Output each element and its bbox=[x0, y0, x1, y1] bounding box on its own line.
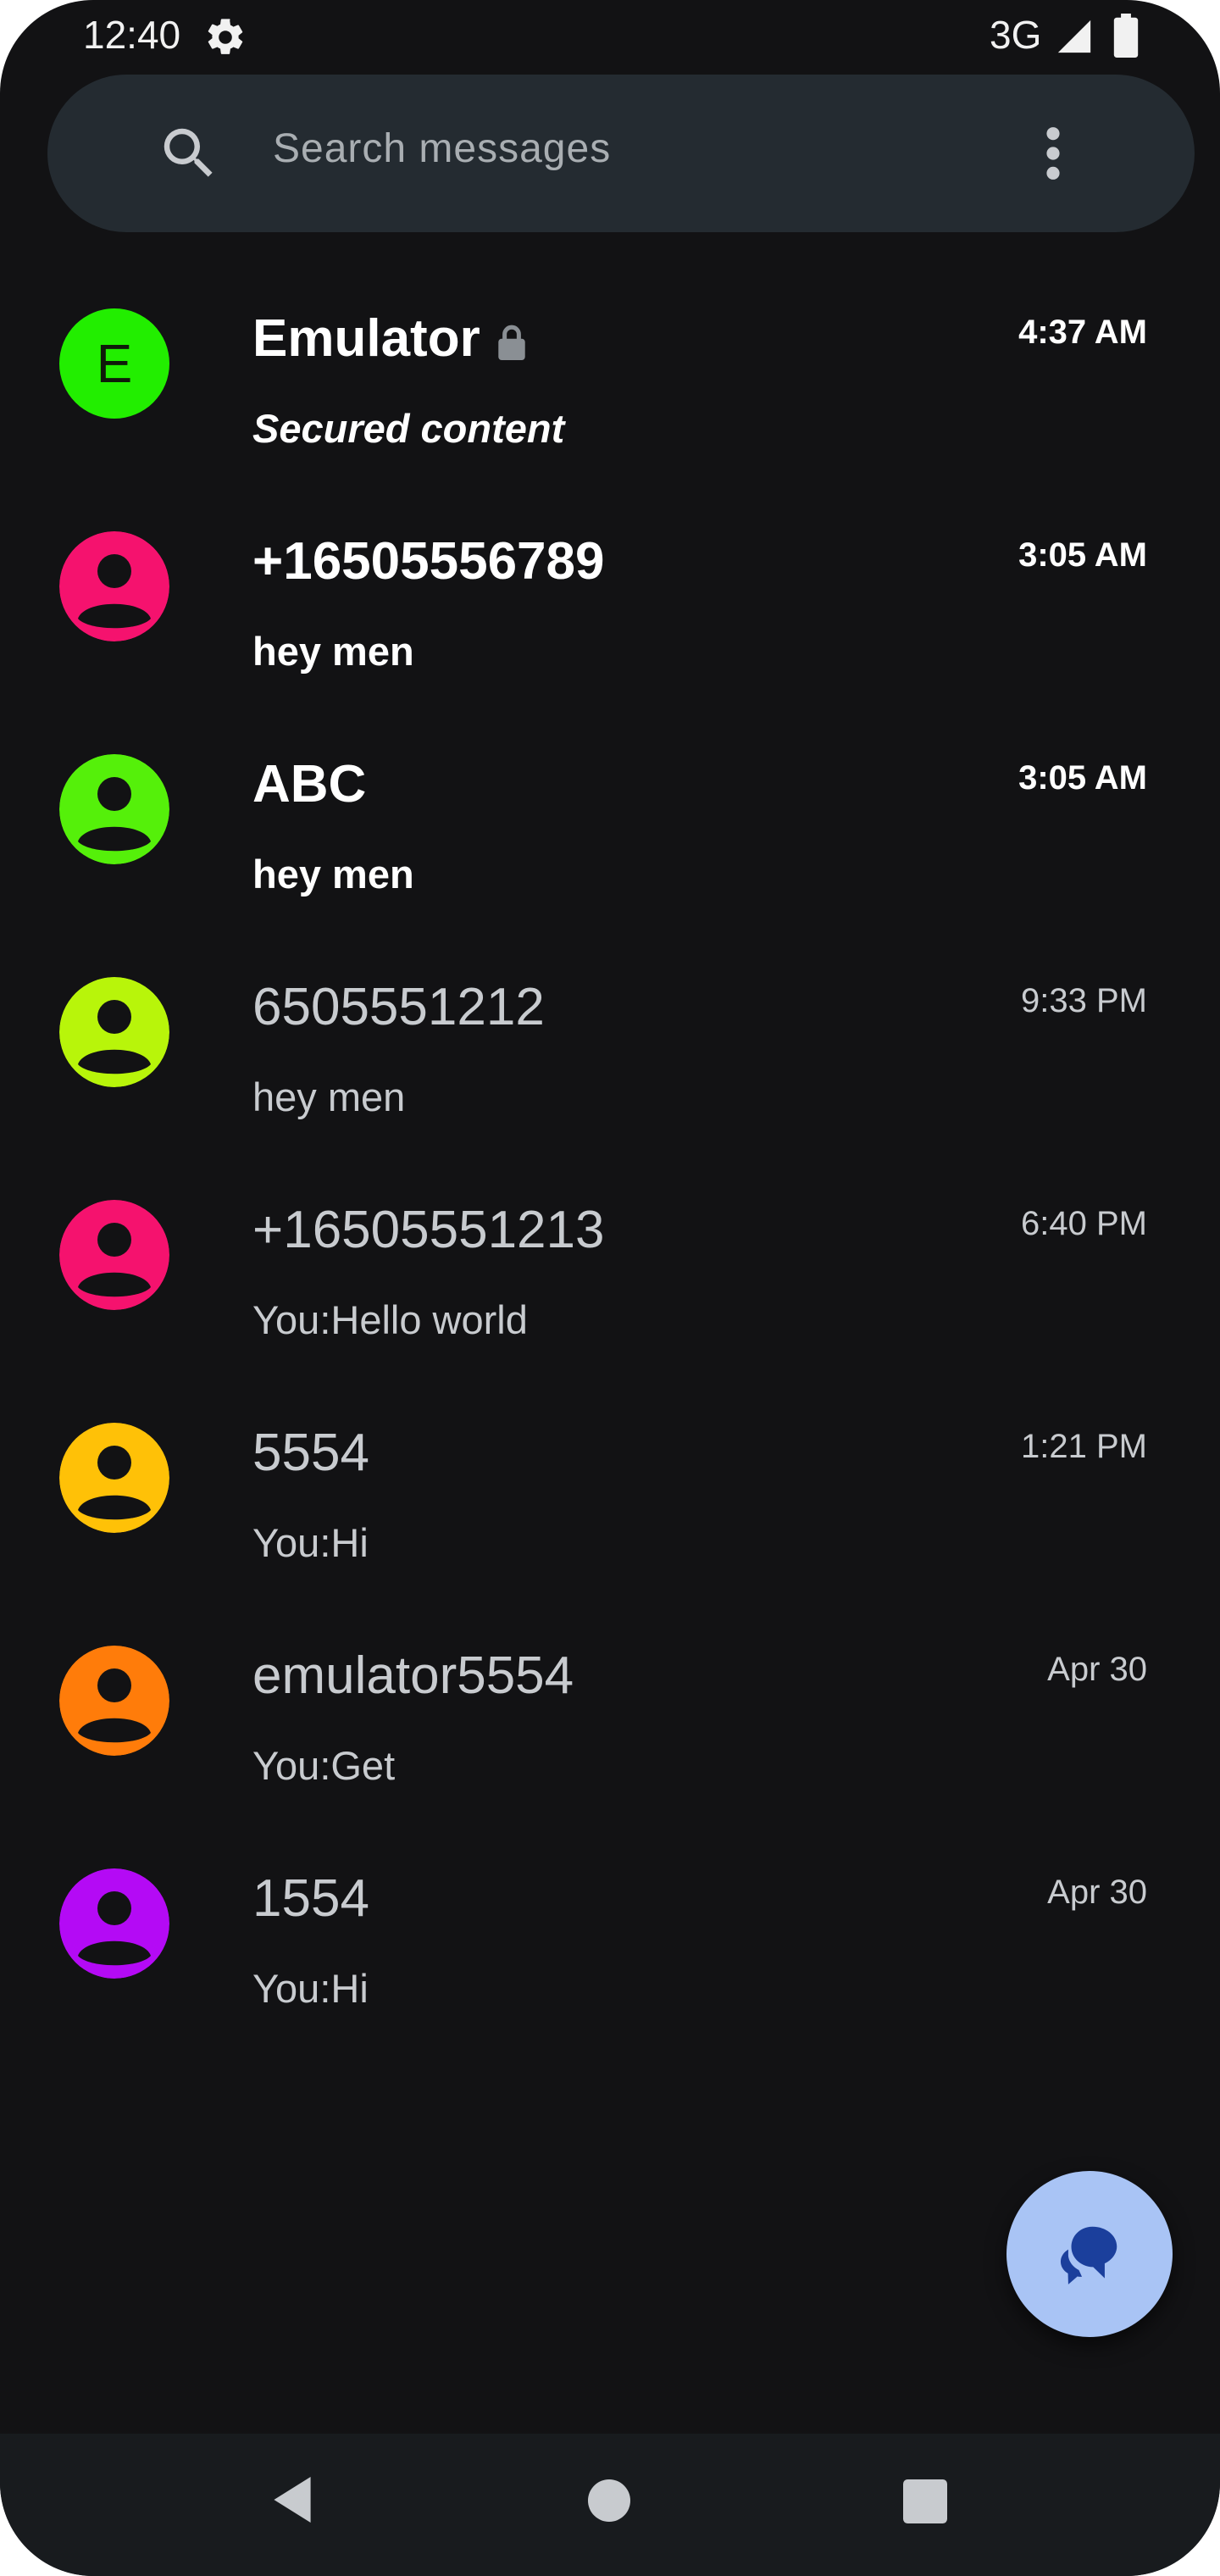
contact-name: 5554 bbox=[252, 1423, 369, 1483]
search-bar[interactable]: Search messages bbox=[47, 75, 1195, 232]
contact-name-text: +16505556789 bbox=[252, 532, 605, 591]
contact-name: emulator5554 bbox=[252, 1646, 574, 1706]
person-icon bbox=[59, 531, 169, 641]
status-bar: 12:40 3G bbox=[0, 0, 1220, 75]
person-icon bbox=[59, 1646, 169, 1756]
avatar bbox=[59, 1646, 169, 1756]
home-icon[interactable] bbox=[588, 2479, 630, 2522]
message-time: 4:37 AM bbox=[1018, 314, 1147, 351]
contact-name-text: 5554 bbox=[252, 1424, 369, 1482]
person-icon bbox=[59, 754, 169, 864]
signal-icon bbox=[1057, 19, 1091, 53]
start-chat-icon bbox=[1060, 2226, 1117, 2285]
contact-name-text: 6505551212 bbox=[252, 978, 545, 1036]
contact-name-text: ABC bbox=[252, 755, 367, 813]
conversation-row[interactable]: 1554 You:Hi Apr 30 bbox=[0, 1848, 1220, 2071]
contact-name: +16505551213 bbox=[252, 1200, 605, 1260]
contact-name-text: +16505551213 bbox=[252, 1201, 605, 1259]
contact-name-text: 1554 bbox=[252, 1869, 369, 1928]
contact-name: ABC bbox=[252, 754, 366, 814]
message-time: 3:05 AM bbox=[1018, 759, 1147, 797]
person-icon bbox=[59, 1200, 169, 1310]
network-type: 3G bbox=[990, 13, 1042, 57]
message-time: 9:33 PM bbox=[1021, 982, 1147, 1019]
avatar bbox=[59, 1200, 169, 1310]
message-preview: hey men bbox=[252, 629, 414, 674]
avatar bbox=[59, 977, 169, 1087]
person-icon bbox=[59, 977, 169, 1087]
messages-screen: 12:40 3G Search messages E Emulator Secure… bbox=[0, 0, 1220, 2576]
navigation-bar bbox=[0, 2434, 1220, 2576]
start-chat-button[interactable] bbox=[1006, 2171, 1173, 2337]
message-preview: You:Hi bbox=[252, 1966, 369, 2011]
back-icon[interactable] bbox=[269, 2474, 315, 2525]
message-preview: hey men bbox=[252, 852, 414, 897]
message-time: 1:21 PM bbox=[1021, 1428, 1147, 1465]
contact-name-text: Emulator bbox=[252, 309, 480, 368]
message-preview: You:Hi bbox=[252, 1520, 369, 1565]
conversation-row[interactable]: 5554 You:Hi 1:21 PM bbox=[0, 1402, 1220, 1625]
avatar bbox=[59, 1423, 169, 1533]
more-vert-icon[interactable] bbox=[1040, 124, 1066, 183]
battery-icon bbox=[1113, 14, 1139, 58]
lock-icon bbox=[498, 325, 525, 360]
avatar: E bbox=[59, 308, 169, 419]
message-preview: You:Get bbox=[252, 1743, 396, 1788]
avatar-letter: E bbox=[96, 333, 133, 394]
person-icon bbox=[59, 1423, 169, 1533]
conversation-row[interactable]: +16505556789 hey men 3:05 AM bbox=[0, 511, 1220, 734]
contact-name: 6505551212 bbox=[252, 977, 545, 1037]
conversation-row[interactable]: 6505551212 hey men 9:33 PM bbox=[0, 957, 1220, 1180]
person-icon bbox=[59, 1868, 169, 1979]
conversation-row[interactable]: ABC hey men 3:05 AM bbox=[0, 734, 1220, 957]
recents-icon[interactable] bbox=[903, 2479, 947, 2523]
avatar bbox=[59, 1868, 169, 1979]
contact-name: 1554 bbox=[252, 1868, 369, 1929]
conversation-row[interactable]: +16505551213 You:Hello world 6:40 PM bbox=[0, 1180, 1220, 1402]
avatar bbox=[59, 531, 169, 641]
message-preview: You:Hello world bbox=[252, 1297, 528, 1342]
message-time: 3:05 AM bbox=[1018, 536, 1147, 574]
search-input[interactable]: Search messages bbox=[273, 125, 611, 172]
message-time: Apr 30 bbox=[1047, 1651, 1147, 1688]
message-preview: hey men bbox=[252, 1074, 406, 1119]
message-preview: Secured content bbox=[252, 406, 565, 451]
contact-name: Emulator bbox=[252, 308, 526, 369]
conversation-row[interactable]: E Emulator Secured content 4:37 AM bbox=[0, 288, 1220, 511]
message-time: Apr 30 bbox=[1047, 1874, 1147, 1911]
status-time: 12:40 bbox=[83, 13, 181, 57]
conversation-list: E Emulator Secured content 4:37 AM +16505556… bbox=[0, 288, 1220, 2071]
avatar bbox=[59, 754, 169, 864]
contact-name-text: emulator5554 bbox=[252, 1646, 574, 1705]
search-icon[interactable] bbox=[156, 120, 222, 186]
conversation-row[interactable]: emulator5554 You:Get Apr 30 bbox=[0, 1625, 1220, 1848]
message-time: 6:40 PM bbox=[1021, 1205, 1147, 1242]
contact-name: +16505556789 bbox=[252, 531, 605, 591]
settings-icon bbox=[208, 19, 243, 54]
